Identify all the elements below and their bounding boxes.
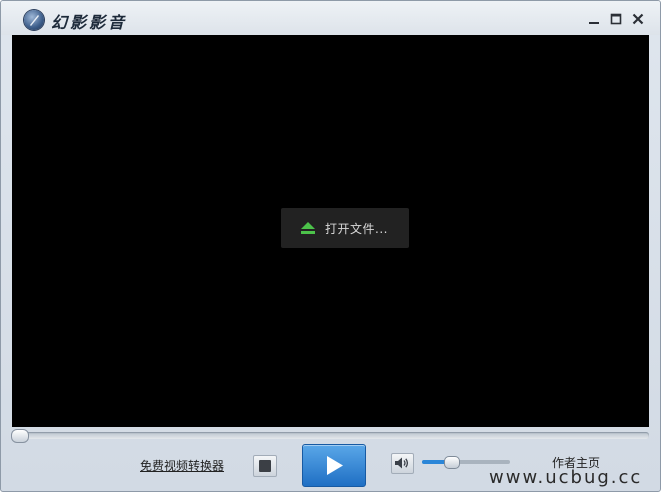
volume-thumb[interactable] <box>444 456 460 469</box>
stop-icon <box>259 460 271 472</box>
play-icon <box>327 456 343 475</box>
seek-thumb[interactable] <box>11 429 29 443</box>
play-button[interactable] <box>302 444 366 487</box>
site-watermark: www.ucbug.cc <box>489 467 643 488</box>
eject-icon <box>300 221 316 238</box>
free-converter-link[interactable]: 免费视频转换器 <box>140 457 224 474</box>
speaker-icon <box>395 457 409 469</box>
close-icon[interactable] <box>630 11 646 27</box>
minimize-icon[interactable] <box>586 11 602 27</box>
stop-button[interactable] <box>253 455 277 477</box>
maximize-icon[interactable] <box>608 11 624 27</box>
open-file-button[interactable]: 打开文件... <box>281 208 409 248</box>
mute-button[interactable] <box>391 453 414 474</box>
open-file-label: 打开文件... <box>325 222 388 236</box>
video-area[interactable]: 打开文件... <box>12 35 649 427</box>
title-bar[interactable]: 幻影影音 <box>1 1 660 35</box>
volume-slider[interactable] <box>422 456 510 469</box>
window-title: 幻影影音 <box>51 13 128 32</box>
seek-bar[interactable] <box>11 429 649 443</box>
player-window: 幻影影音 打开文件... 免费视频转换器 作者主页 www.ucbug.cc <box>0 0 661 492</box>
app-logo-icon <box>24 10 44 30</box>
